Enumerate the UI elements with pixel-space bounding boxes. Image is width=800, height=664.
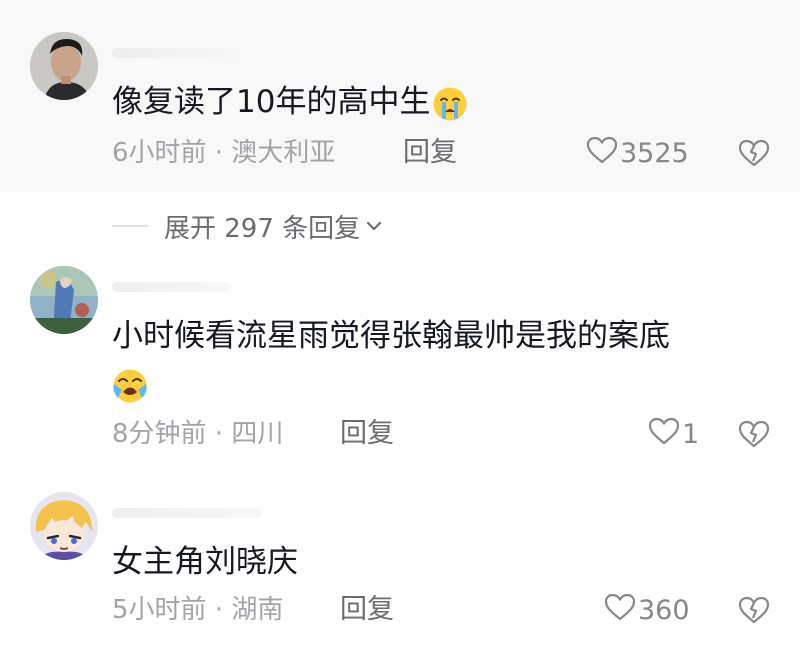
broken-heart-outline-icon (738, 418, 770, 450)
comment-text: 像复读了10年的高中生 (112, 78, 468, 126)
expand-replies-button[interactable]: 展开 297 条回复 (112, 204, 384, 248)
chevron-down-icon (367, 221, 382, 231)
avatar[interactable] (30, 492, 98, 560)
comment-list: 像复读了10年的高中生 6小时前 · 澳大利亚 回复 3525 展开 297 条… (0, 0, 800, 664)
like-button[interactable]: 1 (648, 414, 699, 454)
loudly-crying-face-emoji-icon (112, 368, 148, 404)
comment-meta: 5小时前 · 湖南 (112, 595, 284, 625)
comment-text-line-2 (112, 360, 148, 408)
like-button[interactable]: 3525 (586, 133, 689, 173)
crying-face-emoji-icon (432, 86, 468, 122)
like-count: 3525 (620, 137, 689, 169)
avatar[interactable] (30, 266, 98, 334)
like-count: 1 (682, 418, 700, 450)
comment-meta: 6小时前 · 澳大利亚 (112, 138, 336, 168)
reply-button[interactable]: 回复 (340, 414, 394, 454)
username-blurred (112, 508, 262, 518)
divider (112, 225, 148, 227)
reply-button[interactable]: 回复 (340, 590, 394, 630)
dislike-button[interactable] (738, 418, 770, 450)
heart-outline-icon (648, 416, 682, 453)
like-button[interactable]: 360 (604, 590, 690, 630)
username-blurred (112, 282, 232, 292)
heart-outline-icon (586, 135, 620, 172)
broken-heart-outline-icon (738, 594, 770, 626)
like-count: 360 (638, 594, 690, 626)
username-blurred (112, 48, 242, 58)
comment-text: 女主角刘晓庆 (112, 544, 298, 580)
dislike-button[interactable] (738, 594, 770, 626)
expand-replies-label: 展开 297 条回复 (164, 213, 361, 244)
comment-text: 小时候看流星雨觉得张翰最帅是我的案底 (112, 318, 670, 354)
broken-heart-outline-icon (738, 137, 770, 169)
dislike-button[interactable] (738, 137, 770, 169)
comment-meta: 8分钟前 · 四川 (112, 419, 284, 449)
avatar[interactable] (30, 32, 98, 100)
heart-outline-icon (604, 592, 638, 629)
reply-button[interactable]: 回复 (403, 133, 457, 173)
